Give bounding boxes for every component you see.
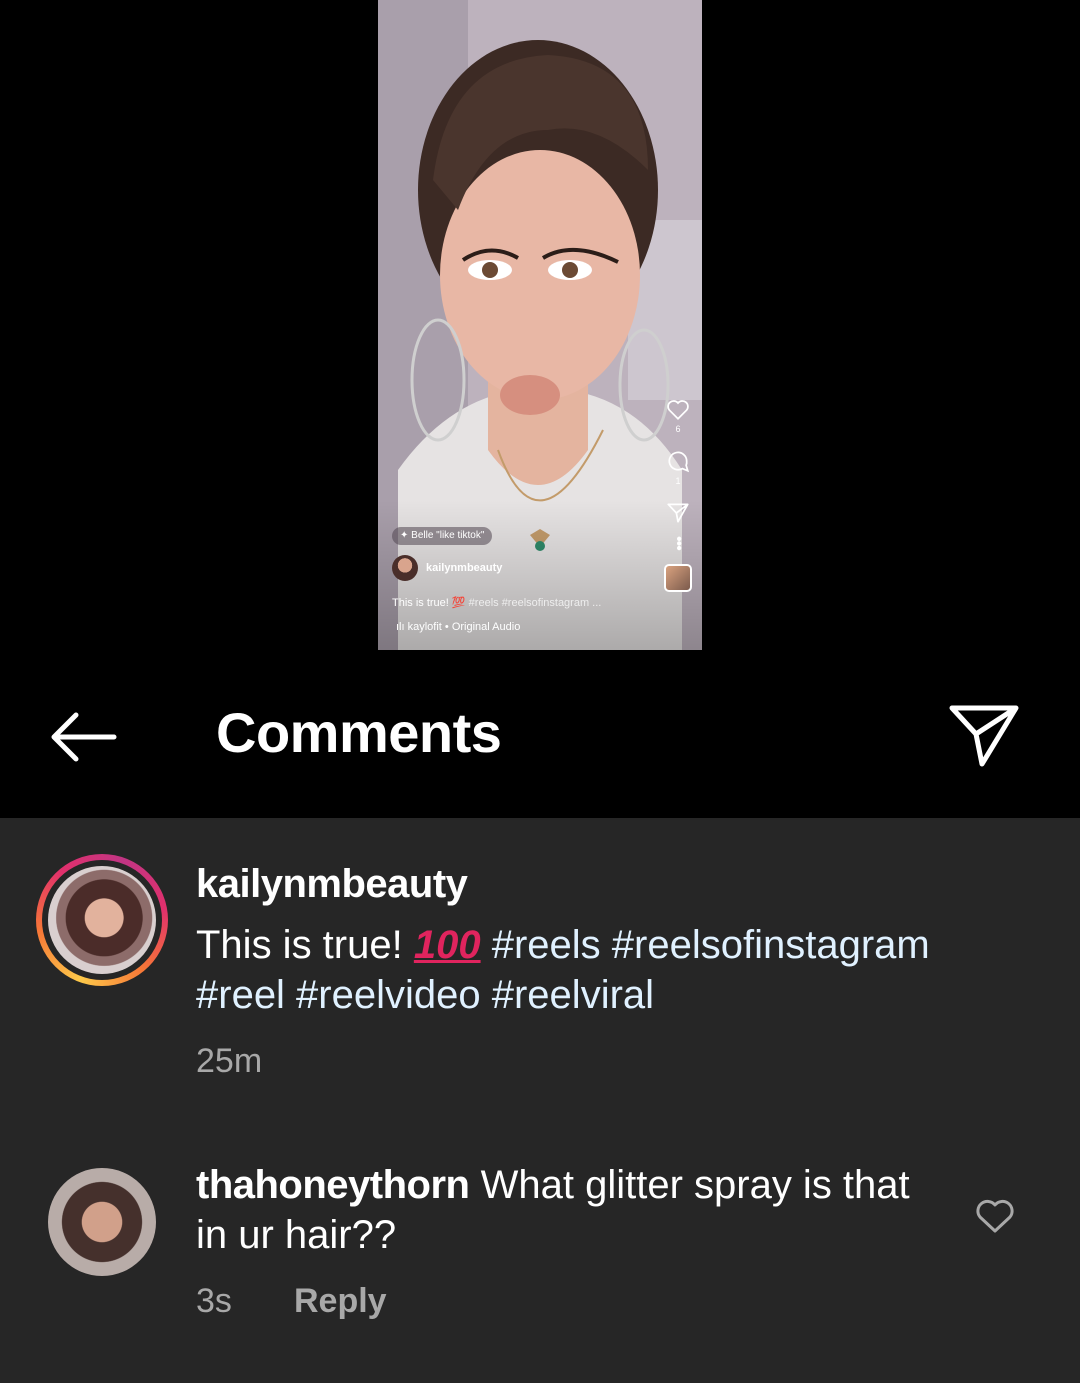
reel-caption-text: This is true! 💯 — [392, 597, 466, 609]
heart-icon[interactable] — [974, 1196, 1016, 1236]
sparkle-icon: ✦ — [400, 530, 412, 541]
avatar — [48, 866, 156, 974]
reel-preview[interactable]: 6 1 ••• ✦ Belle "like tiktok" kailynmbea… — [378, 0, 702, 650]
caption-timestamp: 25m — [196, 1042, 263, 1080]
comment-text-line2: in ur hair?? — [196, 1213, 397, 1257]
reel-author[interactable]: kailynmbeauty — [392, 555, 502, 581]
reel-audio[interactable]: ılı kaylofit • Original Audio — [396, 621, 520, 633]
commenter-avatar[interactable] — [48, 1168, 156, 1276]
comment-text-line1: What glitter spray is that — [480, 1163, 910, 1207]
caption-author-username[interactable]: kailynmbeauty — [196, 862, 468, 907]
reel-audio-label: kaylofit • Original Audio — [407, 621, 521, 633]
page-title: Comments — [216, 701, 502, 764]
heart-icon[interactable] — [665, 396, 691, 422]
reply-button[interactable]: Reply — [294, 1282, 387, 1321]
more-options-icon[interactable]: ••• — [670, 536, 687, 550]
reel-effect-label: Belle "like tiktok" — [411, 530, 485, 541]
back-arrow-icon[interactable] — [44, 702, 124, 772]
caption-text-line1: This is true! 100 #reels #reelsofinstagr… — [196, 920, 930, 970]
reel-like-count: 6 — [675, 424, 681, 434]
audio-thumbnail[interactable] — [664, 563, 692, 592]
commenter-username[interactable]: thahoneythorn — [196, 1163, 470, 1207]
caption-author-avatar[interactable] — [36, 854, 168, 986]
comment-icon[interactable] — [665, 448, 691, 474]
reel-author-username[interactable]: kailynmbeauty — [426, 562, 502, 574]
reel-comment-count: 1 — [675, 476, 681, 486]
hundred-points-icon: 100 — [413, 923, 481, 967]
caption-hashtags-1[interactable]: #reels #reelsofinstagram — [492, 923, 930, 967]
reel-effect-chip[interactable]: ✦ Belle "like tiktok" — [392, 527, 493, 545]
comment-body: thahoneythorn What glitter spray is that — [196, 1160, 956, 1210]
caption-text: This is true! — [196, 923, 414, 967]
reel-caption-tags: #reels #reelsofinstagram ... — [468, 597, 602, 609]
share-icon[interactable] — [944, 698, 1024, 770]
comments-header — [0, 650, 1080, 818]
audio-bars-icon: ılı — [396, 621, 408, 633]
avatar-ring-gap — [42, 860, 162, 980]
reel-actions: 6 1 ••• — [664, 396, 692, 592]
reel-caption[interactable]: This is true! 💯 #reels #reelsofinstagram… — [392, 596, 601, 609]
caption-hashtags-2[interactable]: #reel #reelvideo #reelviral — [196, 970, 654, 1020]
comment-timestamp: 3s — [196, 1282, 232, 1320]
send-icon[interactable] — [665, 500, 691, 526]
reel-author-avatar[interactable] — [392, 555, 418, 581]
